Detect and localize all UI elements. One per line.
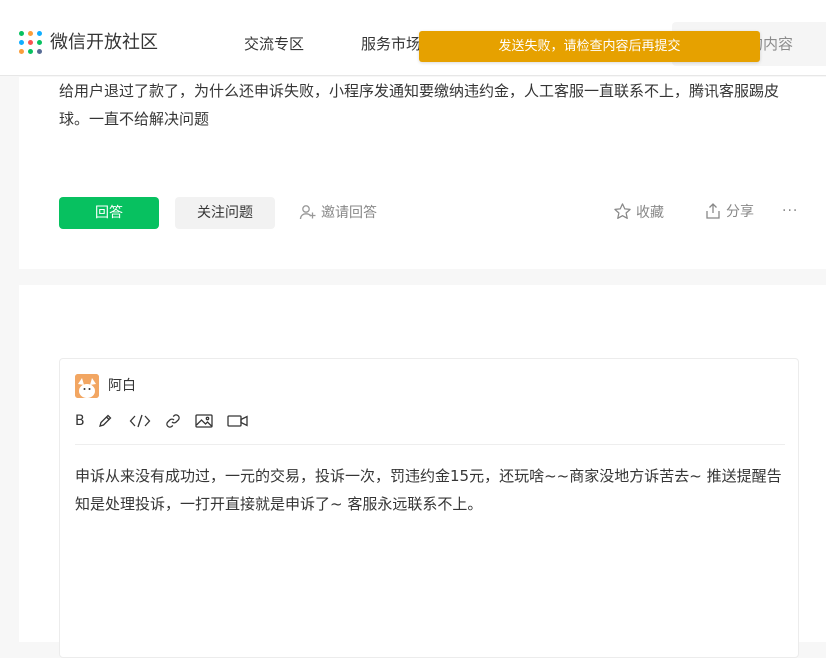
avatar — [75, 374, 99, 398]
nav-item-exchange[interactable]: 交流专区 — [244, 34, 304, 54]
answer-section: 阿白 B 申诉从来没有成功过，一元的交易，投诉一次，罚违约金15元，还玩啥~~商… — [19, 285, 826, 658]
answer-editor[interactable]: 阿白 B 申诉从来没有成功过，一元的交易，投诉一次，罚违约金15元，还玩啥~~商… — [59, 358, 799, 658]
user-name: 阿白 — [108, 378, 136, 394]
share-icon — [706, 203, 720, 219]
invite-answer-button[interactable]: 邀请回答 — [299, 203, 377, 223]
nav-item-service-market[interactable]: 服务市场 — [361, 34, 421, 54]
follow-question-button[interactable]: 关注问题 — [175, 197, 275, 229]
video-icon[interactable] — [227, 411, 249, 431]
pen-icon[interactable] — [97, 411, 113, 431]
add-user-icon — [299, 205, 316, 220]
question-text: 给用户退过了款了，为什么还申诉失败，小程序发通知要缴纳违约金，人工客服一直联系不… — [59, 82, 780, 128]
code-icon[interactable] — [129, 411, 151, 431]
favorite-label: 收藏 — [636, 205, 664, 221]
favorite-button[interactable]: 收藏 — [613, 202, 664, 223]
share-label: 分享 — [726, 204, 754, 220]
wechat-logo-icon[interactable] — [19, 31, 43, 55]
bold-button[interactable]: B — [75, 411, 85, 431]
answer-content[interactable]: 申诉从来没有成功过，一元的交易，投诉一次，罚违约金15元，还玩啥~~商家没地方诉… — [75, 462, 785, 518]
toolbar-divider — [75, 444, 785, 445]
star-icon — [614, 203, 631, 219]
error-toast: 发送失败，请检查内容后再提交 — [419, 31, 760, 62]
brand-title[interactable]: 微信开放社区 — [50, 31, 158, 55]
invite-label: 邀请回答 — [321, 205, 377, 221]
more-icon[interactable]: ··· — [782, 201, 798, 221]
question-card: 给用户退过了款了，为什么还申诉失败，小程序发通知要缴纳违约金，人工客服一直联系不… — [19, 77, 826, 269]
top-header: 微信开放社区 交流专区 服务市场 的内容 发送失败，请检查内容后再提交 — [0, 0, 826, 76]
image-icon[interactable] — [195, 411, 213, 431]
share-button[interactable]: 分享 — [704, 202, 754, 222]
link-icon[interactable] — [165, 411, 181, 431]
answer-button[interactable]: 回答 — [59, 197, 159, 229]
